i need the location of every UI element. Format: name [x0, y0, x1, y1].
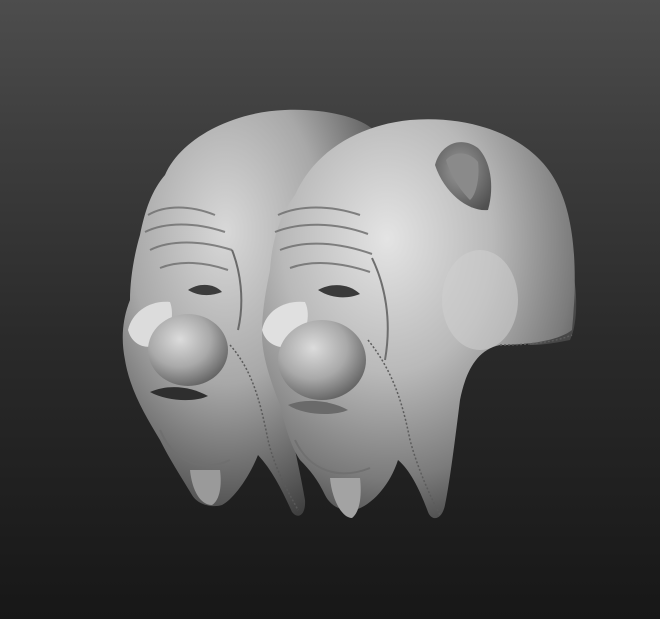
sculpt-scene	[122, 109, 577, 519]
front-head[interactable]	[262, 119, 577, 519]
back-head-nose	[148, 314, 228, 386]
front-head-nose	[278, 320, 366, 400]
front-head-skull	[262, 119, 575, 519]
3d-viewport[interactable]	[0, 0, 660, 619]
